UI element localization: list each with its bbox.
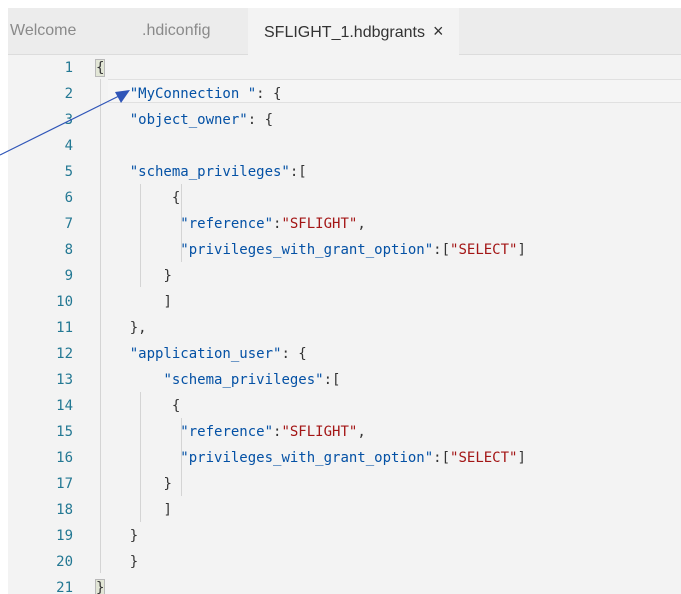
annotation-arrow [0,90,130,156]
